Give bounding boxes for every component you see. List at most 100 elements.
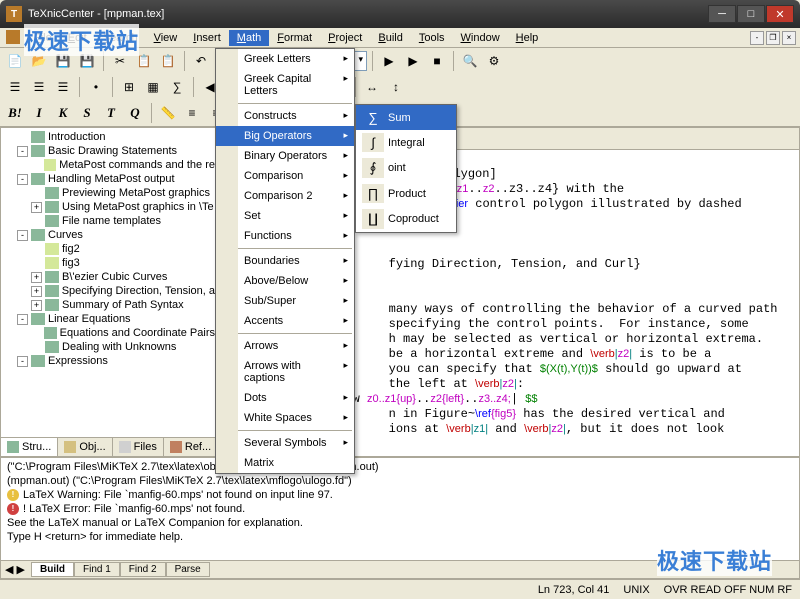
menu-item-greek-letters[interactable]: Greek Letters [216, 49, 354, 69]
menu-item-arrows-with-captions[interactable]: Arrows with captions [216, 356, 354, 388]
item-button[interactable]: • [85, 76, 107, 98]
build-button[interactable]: ▶ [378, 50, 400, 72]
submenu-item-sum[interactable]: ∑Sum [356, 105, 456, 130]
menu-item-arrows[interactable]: Arrows [216, 336, 354, 356]
expand-icon[interactable]: - [17, 314, 28, 325]
paste-button[interactable]: 📋 [157, 50, 179, 72]
fmt-s-button[interactable]: S [76, 102, 98, 124]
sidebar-tab[interactable]: Obj... [58, 438, 112, 456]
output-tab-build[interactable]: Build [31, 562, 74, 577]
menu-item-boundaries[interactable]: Boundaries [216, 251, 354, 271]
tree-node[interactable]: +Using MetaPost graphics in \Te [31, 200, 215, 214]
math-dropdown[interactable]: Greek LettersGreek Capital Letters Constr… [215, 48, 355, 474]
menu-item-greek-capital-letters[interactable]: Greek Capital Letters [216, 69, 354, 101]
menu-view[interactable]: View [146, 30, 186, 46]
menu-item-constructs[interactable]: Constructs [216, 106, 354, 126]
tree-node[interactable]: +B\'ezier Cubic Curves [31, 270, 215, 284]
tree-node[interactable]: fig3 [31, 256, 215, 270]
descr-button[interactable]: ☰ [52, 76, 74, 98]
expand-icon[interactable]: + [31, 286, 42, 297]
expand-icon[interactable]: - [17, 146, 28, 157]
menu-item-several-symbols[interactable]: Several Symbols [216, 433, 354, 453]
output-tab-find1[interactable]: Find 1 [74, 562, 120, 577]
mdi-minimize-button[interactable]: - [750, 31, 764, 45]
structure-tree[interactable]: Introduction-Basic Drawing StatementsMet… [1, 128, 217, 437]
menu-window[interactable]: Window [453, 30, 508, 46]
sidebar-tab[interactable]: Stru... [1, 438, 58, 456]
build-view-button[interactable]: ▶ [402, 50, 424, 72]
tree-node[interactable]: +Summary of Path Syntax [31, 298, 215, 312]
expand-icon[interactable]: + [31, 300, 42, 311]
menu-item-dots[interactable]: Dots [216, 388, 354, 408]
tree-node[interactable]: File name templates [31, 214, 215, 228]
menu-item-functions[interactable]: Functions [216, 226, 354, 246]
menu-format[interactable]: Format [269, 30, 320, 46]
tree-node[interactable]: -Basic Drawing Statements [17, 144, 215, 158]
table-button[interactable]: ⊞ [118, 76, 140, 98]
menu-item-accents[interactable]: Accents [216, 311, 354, 331]
expand-icon[interactable]: - [17, 356, 28, 367]
fig-button[interactable]: ▦ [142, 76, 164, 98]
submenu-item-coproduct[interactable]: ∐Coproduct [356, 206, 456, 232]
menu-tools[interactable]: Tools [411, 30, 453, 46]
menu-item-binary-operators[interactable]: Binary Operators [216, 146, 354, 166]
expand-icon[interactable]: + [31, 272, 42, 283]
tree-node[interactable]: -Linear Equations [17, 312, 215, 326]
fmt-k-button[interactable]: K [52, 102, 74, 124]
sidebar-tab[interactable]: Files [113, 438, 164, 456]
undo-button[interactable]: ↶ [190, 50, 212, 72]
menu-item-matrix[interactable]: Matrix [216, 453, 354, 473]
stop-button[interactable]: ■ [426, 50, 448, 72]
view-button[interactable]: 🔍 [459, 50, 481, 72]
arrow1-button[interactable]: ↔ [361, 76, 383, 98]
tree-node[interactable]: fig2 [31, 242, 215, 256]
expand-icon[interactable]: - [17, 174, 28, 185]
menu-item-big-operators[interactable]: Big Operators [216, 126, 354, 146]
menu-item-comparison-[interactable]: Comparison 2 [216, 186, 354, 206]
menu-help[interactable]: Help [508, 30, 547, 46]
tree-node[interactable]: -Handling MetaPost output [17, 172, 215, 186]
sidebar-tab[interactable]: Ref... [164, 438, 218, 456]
menu-math[interactable]: Math [229, 30, 269, 46]
tree-node[interactable]: +Specifying Direction, Tension, a [31, 284, 215, 298]
output-tab-parse[interactable]: Parse [166, 562, 210, 577]
menu-project[interactable]: Project [320, 30, 370, 46]
align-center-button[interactable]: ≡ [181, 102, 203, 124]
menu-item-white-spaces[interactable]: White Spaces [216, 408, 354, 428]
big-operators-submenu[interactable]: ∑Sum∫Integral∮oint∏Product∐Coproduct [355, 104, 457, 233]
menu-build[interactable]: Build [370, 30, 410, 46]
list-button[interactable]: ☰ [4, 76, 26, 98]
maximize-button[interactable]: □ [737, 5, 765, 23]
ruler-button[interactable]: 📏 [157, 102, 179, 124]
bold-button[interactable]: B! [4, 102, 26, 124]
tool-button[interactable]: ⚙ [483, 50, 505, 72]
menu-item-set[interactable]: Set [216, 206, 354, 226]
tree-node[interactable]: Dealing with Unknowns [31, 340, 215, 354]
menu-item-comparison[interactable]: Comparison [216, 166, 354, 186]
expand-icon[interactable]: - [17, 230, 28, 241]
submenu-item-product[interactable]: ∏Product [356, 181, 456, 206]
arrow2-button[interactable]: ↕ [385, 76, 407, 98]
expand-icon[interactable]: + [31, 202, 42, 213]
menu-item-sub-super[interactable]: Sub/Super [216, 291, 354, 311]
submenu-item-oint[interactable]: ∮oint [356, 155, 456, 181]
tree-node[interactable]: -Expressions [17, 354, 215, 368]
new-button[interactable]: 📄 [4, 50, 26, 72]
minimize-button[interactable]: ─ [708, 5, 736, 23]
menu-item-above-below[interactable]: Above/Below [216, 271, 354, 291]
fmt-q-button[interactable]: Q [124, 102, 146, 124]
tree-node[interactable]: -Curves [17, 228, 215, 242]
math-button[interactable]: ∑ [166, 76, 188, 98]
fmt-t-button[interactable]: T [100, 102, 122, 124]
enum-button[interactable]: ☰ [28, 76, 50, 98]
tree-node[interactable]: MetaPost commands and the re [31, 158, 215, 172]
close-button[interactable]: ✕ [766, 5, 794, 23]
menu-insert[interactable]: Insert [185, 30, 229, 46]
tree-node[interactable]: Equations and Coordinate Pairs [31, 326, 215, 340]
tree-node[interactable]: Previewing MetaPost graphics [31, 186, 215, 200]
output-tab-find2[interactable]: Find 2 [120, 562, 166, 577]
italic-button[interactable]: I [28, 102, 50, 124]
mdi-restore-button[interactable]: ❐ [766, 31, 780, 45]
tree-node[interactable]: Introduction [17, 130, 215, 144]
mdi-close-button[interactable]: × [782, 31, 796, 45]
